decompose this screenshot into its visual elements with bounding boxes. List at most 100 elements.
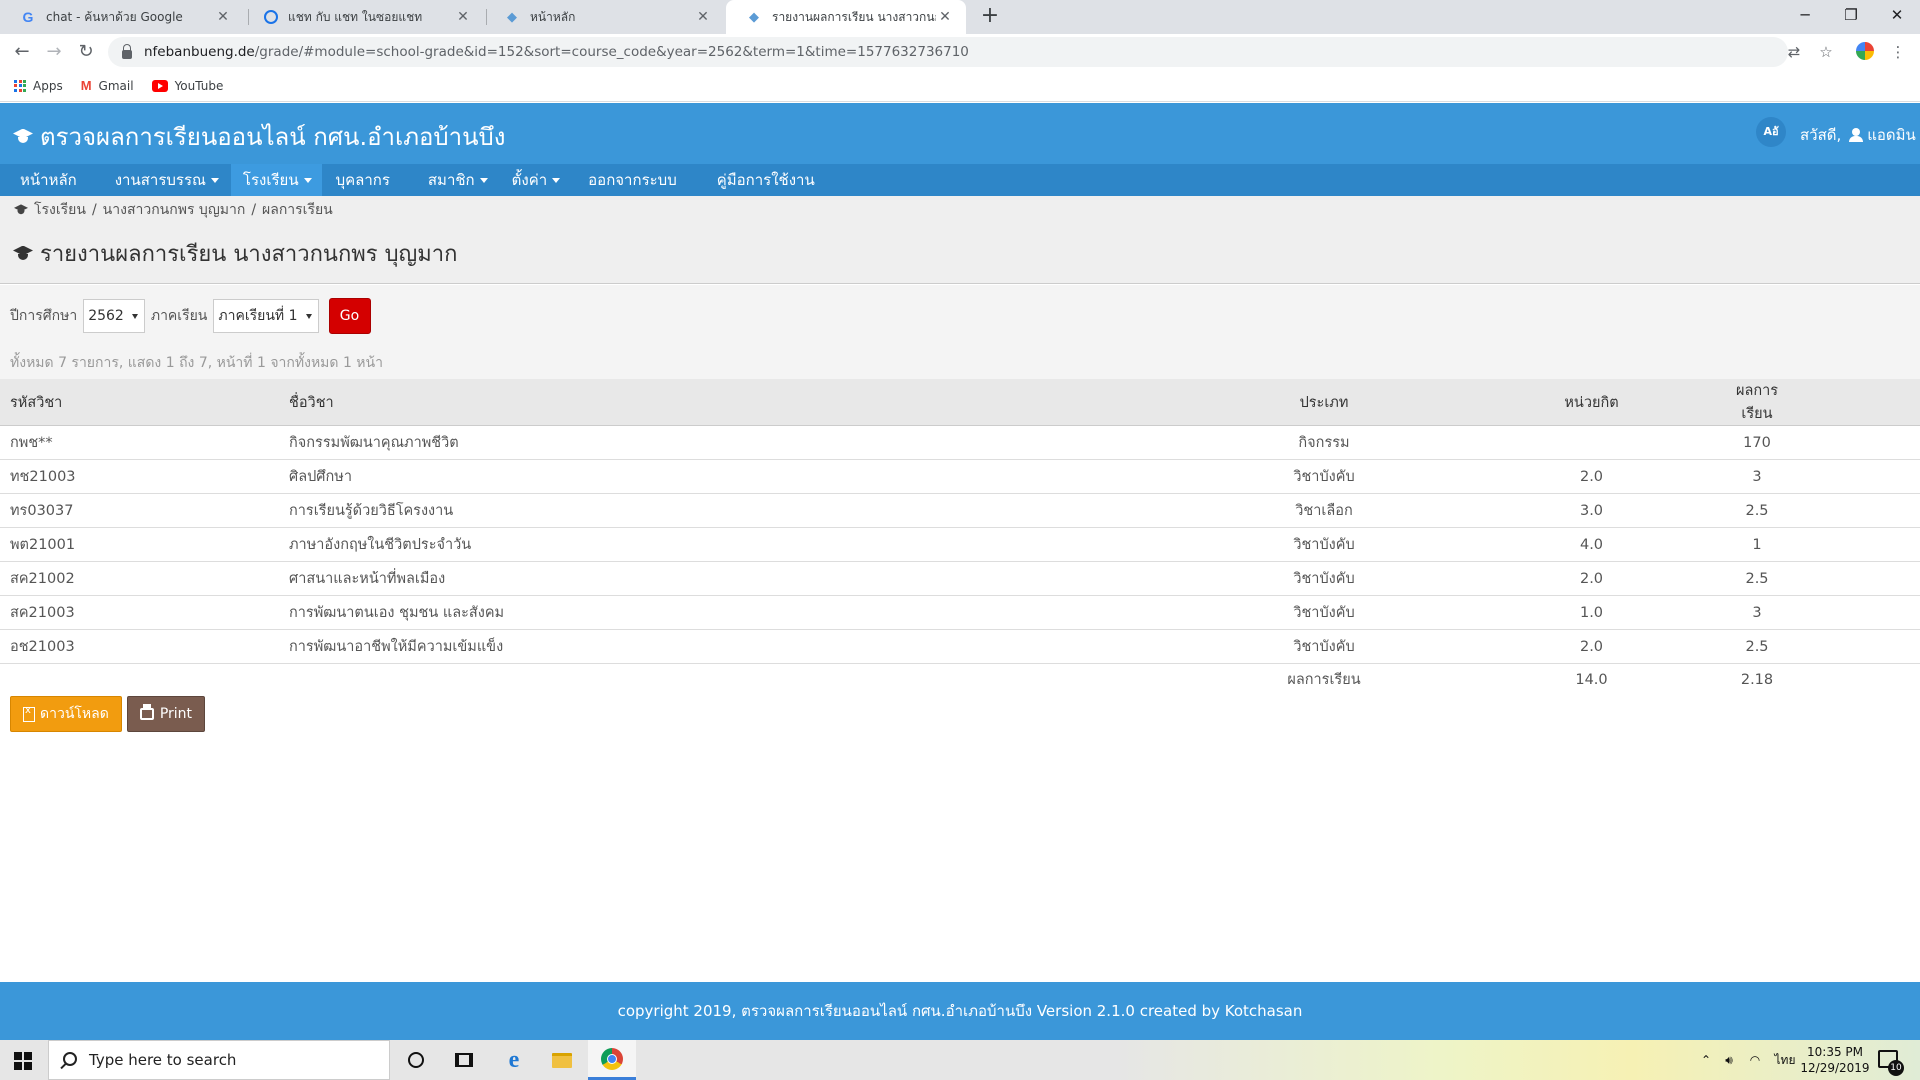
notification-count: 10: [1888, 1060, 1904, 1076]
cell-type: กิจกรรม: [1189, 425, 1459, 460]
window-close-icon[interactable]: ✕: [1874, 0, 1920, 30]
chrome-icon[interactable]: [588, 1040, 636, 1080]
table-total-row: ผลการเรียน 14.0 2.18: [0, 664, 1920, 696]
menu-label: ตั้งค่า: [511, 171, 548, 189]
menu-home[interactable]: หน้าหลัก: [0, 164, 97, 196]
input-language[interactable]: ไทย: [1770, 1040, 1800, 1080]
volume-icon[interactable]: 🔊︎: [1718, 1040, 1740, 1080]
windows-start-icon[interactable]: [14, 1052, 32, 1070]
browser-tab[interactable]: G chat - ค้นหาด้วย Google ✕: [0, 0, 244, 34]
term-select[interactable]: ภาคเรียนที่ 1: [213, 299, 319, 333]
printer-icon: [139, 704, 154, 720]
forward-icon[interactable]: →: [42, 40, 66, 64]
menu-personnel[interactable]: บุคลากร: [322, 164, 414, 196]
cell-course-code: พต21001: [0, 527, 289, 562]
close-icon[interactable]: ✕: [694, 9, 712, 25]
breadcrumb-item[interactable]: โรงเรียน: [34, 199, 86, 221]
cell-type: วิชาบังคับ: [1189, 629, 1459, 664]
bookmark-youtube[interactable]: YouTube: [151, 79, 223, 93]
star-icon[interactable]: ☆: [1816, 42, 1836, 62]
download-label: ดาวน์โหลด: [40, 706, 109, 722]
menu-label: บุคลากร: [335, 171, 390, 189]
site-footer: copyright 2019, ตรวจผลการเรียนออนไลน์ กศ…: [0, 982, 1920, 1040]
table-row: พต21001 ภาษาอังกฤษในชีวิตประจำวัน วิชาบั…: [0, 527, 1920, 562]
breadcrumb-item[interactable]: นางสาวกนกพร บุญมาก: [103, 199, 246, 221]
table-row: อช21003 การพัฒนาอาชีพให้มีความเข้มแข็ง ว…: [0, 629, 1920, 664]
menu-label: สมาชิก: [427, 171, 475, 189]
menu-logout[interactable]: ออกจากระบบ: [574, 164, 717, 196]
address-bar[interactable]: nfebanbueng.de/grade/#module=school-grad…: [108, 37, 1788, 67]
header-grade[interactable]: ผลการเรียน: [1724, 379, 1920, 426]
close-icon[interactable]: ✕: [214, 9, 232, 25]
header-credits[interactable]: หน่วยกิต: [1459, 379, 1724, 426]
bookmarks-bar: Apps M Gmail YouTube: [0, 70, 1920, 102]
result-summary: ทั้งหมด 7 รายการ, แสดง 1 ถึง 7, หน้าที่ …: [0, 347, 1920, 379]
user-icon: [1849, 128, 1864, 142]
cell-type: วิชาบังคับ: [1189, 459, 1459, 494]
url-path: /grade/#module=school-grade&id=152&sort=…: [254, 44, 969, 60]
header-course-name[interactable]: ชื่อวิชา: [289, 379, 1189, 426]
cell-credits: 2.0: [1459, 629, 1724, 664]
taskbar-search-input[interactable]: Type here to search: [48, 1040, 390, 1080]
extension-icon[interactable]: [1856, 42, 1876, 62]
tab-title: chat - ค้นหาด้วย Google: [46, 9, 183, 24]
menu-settings[interactable]: ตั้งค่า: [502, 164, 575, 196]
search-icon: [63, 1052, 77, 1066]
restore-icon[interactable]: ❐: [1828, 0, 1874, 30]
user-menu[interactable]: สวัสดี, แอดมิน: [1800, 123, 1916, 147]
language-switch[interactable]: Aอั: [1756, 117, 1786, 147]
menu-manual[interactable]: คู่มือการใช้งาน: [717, 164, 827, 196]
reload-icon[interactable]: ↻: [74, 40, 98, 64]
menu-label: งานสารบรรณ: [114, 171, 206, 189]
back-icon[interactable]: ←: [10, 40, 34, 64]
browser-tab-strip: G chat - ค้นหาด้วย Google ✕ แชท กับ แชท …: [0, 0, 1920, 34]
browser-tab-active[interactable]: ◆ รายงานผลการเรียน นางสาวกนกพร บุ ✕: [726, 0, 966, 34]
print-button[interactable]: Print: [126, 696, 206, 732]
menu-school[interactable]: โรงเรียน: [230, 164, 322, 196]
cell-credits: 1.0: [1459, 595, 1724, 630]
tray-chevron-up-icon[interactable]: ⌃: [1696, 1040, 1716, 1080]
bookmark-apps[interactable]: Apps: [14, 79, 63, 93]
menu-label: ออกจากระบบ: [588, 171, 677, 189]
year-select[interactable]: 2562: [83, 299, 145, 333]
cell-grade: 3: [1724, 595, 1920, 630]
file-explorer-icon[interactable]: [538, 1040, 586, 1080]
browser-tab[interactable]: ◆ หน้าหลัก ✕: [484, 0, 724, 34]
translate-icon[interactable]: ⇄: [1784, 42, 1804, 62]
site-header: ตรวจผลการเรียนออนไลน์ กศน.อำเภอบ้านบึง A…: [0, 103, 1920, 164]
download-button[interactable]: ดาวน์โหลด: [10, 696, 122, 732]
close-icon[interactable]: ✕: [454, 9, 472, 25]
action-buttons: ดาวน์โหลด Print: [10, 696, 210, 732]
breadcrumb: โรงเรียน / นางสาวกนกพร บุญมาก / ผลการเรี…: [0, 196, 1920, 224]
close-icon[interactable]: ✕: [936, 9, 954, 25]
table-row: ทช21003 ศิลปศึกษา วิชาบังคับ 2.0 3: [0, 459, 1920, 494]
wifi-icon[interactable]: ◠: [1744, 1040, 1766, 1080]
year-select-value: 2562: [88, 308, 124, 324]
header-course-code[interactable]: รหัสวิชา: [0, 379, 289, 426]
caret-down-icon: [131, 313, 138, 319]
menu-members[interactable]: สมาชิก: [414, 164, 502, 196]
new-tab-button[interactable]: +: [976, 2, 1004, 30]
graduation-cap-icon: [12, 129, 34, 145]
task-view-icon[interactable]: [440, 1040, 488, 1080]
table-row: สค21002 ศาสนาและหน้าที่พลเมือง วิชาบังคั…: [0, 561, 1920, 596]
cell-course-code: ทช21003: [0, 459, 289, 494]
minimize-icon[interactable]: ─: [1782, 0, 1828, 30]
menu-documents[interactable]: งานสารบรรณ: [97, 164, 231, 196]
header-type[interactable]: ประเภท: [1189, 379, 1459, 426]
graduation-cap-icon: [13, 204, 28, 215]
clock-time: 10:35 PM: [1807, 1045, 1863, 1059]
cell-course-code: อช21003: [0, 629, 289, 664]
go-button[interactable]: Go: [328, 298, 371, 334]
browser-tab[interactable]: แชท กับ แชท ในซอยแชท ✕: [244, 0, 484, 34]
cortana-icon[interactable]: [392, 1040, 440, 1080]
taskbar-clock[interactable]: 10:35 PM 12/29/2019: [1800, 1044, 1870, 1076]
edge-icon[interactable]: e: [490, 1040, 538, 1080]
main-menu: หน้าหลัก งานสารบรรณ โรงเรียน บุคลากร สมา…: [0, 164, 1920, 196]
caret-down-icon: [479, 177, 488, 183]
caret-down-icon: [303, 177, 312, 183]
bookmark-gmail[interactable]: M Gmail: [81, 78, 134, 93]
menu-kebab-icon[interactable]: ⋮: [1888, 42, 1908, 62]
site-title[interactable]: ตรวจผลการเรียนออนไลน์ กศน.อำเภอบ้านบึง: [12, 117, 506, 156]
breadcrumb-separator: /: [91, 202, 97, 218]
